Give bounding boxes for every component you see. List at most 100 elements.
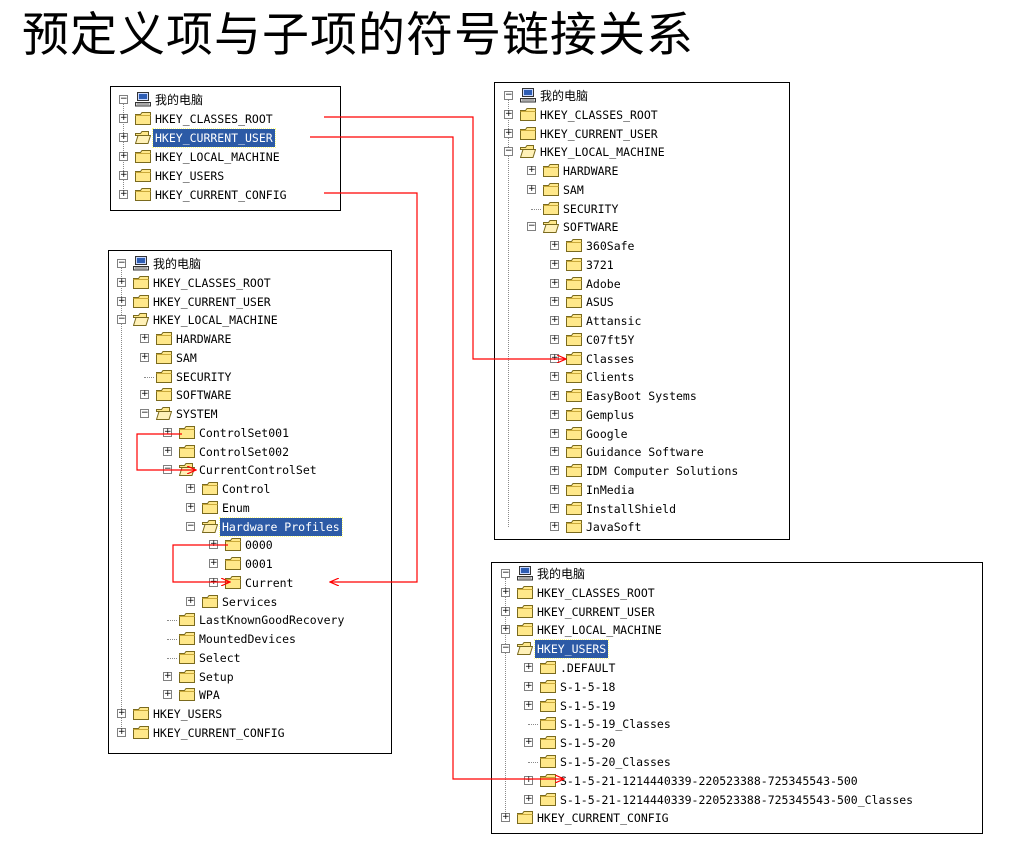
expand-toggle[interactable]: + <box>524 700 533 710</box>
tree-node-label: ASUS <box>586 295 614 310</box>
tree-node-label: SAM <box>563 182 584 197</box>
tree-connector <box>528 762 538 763</box>
expand-toggle[interactable]: + <box>550 466 559 475</box>
collapse-toggle[interactable]: − <box>504 91 513 100</box>
expand-toggle[interactable]: + <box>550 372 559 382</box>
tree-node-label: HKEY_USERS <box>153 707 223 721</box>
expand-toggle[interactable]: + <box>119 189 128 199</box>
collapse-toggle[interactable]: − <box>163 465 172 475</box>
folder-open-icon <box>155 407 173 420</box>
expand-toggle[interactable]: + <box>550 391 559 400</box>
expand-toggle[interactable]: + <box>117 727 126 737</box>
expand-toggle[interactable]: + <box>550 447 559 457</box>
collapse-toggle[interactable]: − <box>140 409 149 418</box>
expand-toggle[interactable]: + <box>550 278 559 288</box>
registry-tree-panel-c: − 我的电脑 + HKEY_CLASSES_ROOT + HKEY_CURRENT_USE… <box>494 82 790 540</box>
expand-toggle[interactable]: + <box>209 559 218 568</box>
expand-toggle[interactable]: + <box>550 409 559 419</box>
folder-icon <box>566 239 582 252</box>
computer-icon <box>520 88 536 103</box>
expand-toggle[interactable]: + <box>550 484 559 494</box>
expand-toggle[interactable]: + <box>504 128 513 138</box>
expand-toggle[interactable]: + <box>524 775 533 785</box>
expand-toggle[interactable]: + <box>501 625 510 635</box>
tree-node-label: HKEY_CURRENT_USER <box>152 127 276 148</box>
expand-toggle[interactable]: + <box>550 241 559 250</box>
folder-icon <box>517 623 533 637</box>
expand-toggle[interactable]: + <box>524 738 533 748</box>
folder-icon <box>566 482 582 496</box>
expand-toggle[interactable]: + <box>119 132 128 142</box>
expand-toggle[interactable]: + <box>163 671 172 681</box>
tree-node-label: Adobe <box>586 276 621 291</box>
folder-icon <box>540 773 556 787</box>
expand-toggle[interactable]: + <box>119 113 128 123</box>
folder-icon <box>566 464 582 477</box>
folder-icon <box>156 369 172 383</box>
expand-toggle[interactable]: + <box>524 663 533 672</box>
expand-toggle[interactable]: + <box>501 606 510 616</box>
tree-node-label: SYSTEM <box>176 407 218 421</box>
folder-icon <box>517 604 533 618</box>
collapse-toggle[interactable]: − <box>119 95 128 104</box>
expand-toggle[interactable]: + <box>550 334 559 344</box>
expand-toggle[interactable]: + <box>527 166 536 175</box>
expand-toggle[interactable]: + <box>186 484 195 493</box>
expand-toggle[interactable]: + <box>117 277 126 287</box>
expand-toggle[interactable]: + <box>550 522 559 532</box>
expand-toggle[interactable]: + <box>550 503 559 513</box>
collapse-toggle[interactable]: − <box>527 222 536 232</box>
tree-node-label: Clients <box>586 370 635 385</box>
folder-icon <box>566 389 582 402</box>
collapse-toggle[interactable]: − <box>501 644 510 654</box>
expand-toggle[interactable]: + <box>186 502 195 512</box>
collapse-toggle[interactable]: − <box>186 521 195 531</box>
expand-toggle[interactable]: + <box>550 428 559 438</box>
expand-toggle[interactable]: + <box>163 690 172 700</box>
expand-toggle[interactable]: + <box>209 540 218 550</box>
tree-connector <box>167 620 177 622</box>
expand-toggle[interactable]: + <box>163 446 172 456</box>
expand-toggle[interactable]: + <box>501 813 510 823</box>
expand-toggle[interactable]: + <box>117 709 126 718</box>
folder-open-icon <box>542 220 560 234</box>
folder-icon <box>540 717 556 731</box>
folder-icon <box>566 407 582 421</box>
expand-toggle[interactable]: + <box>140 390 149 400</box>
expand-toggle[interactable]: + <box>117 296 126 306</box>
expand-toggle[interactable]: + <box>501 587 510 597</box>
collapse-toggle[interactable]: − <box>117 315 126 325</box>
tree-node-label: Select <box>199 650 241 665</box>
folder-icon <box>566 276 582 290</box>
expand-toggle[interactable]: + <box>504 109 513 119</box>
expand-toggle[interactable]: + <box>140 334 149 343</box>
expand-toggle[interactable]: + <box>527 184 536 194</box>
expand-toggle[interactable]: + <box>550 316 559 325</box>
tree-node-label: Current <box>245 575 294 590</box>
expand-toggle[interactable]: + <box>186 596 195 606</box>
expand-toggle[interactable]: + <box>524 681 533 691</box>
folder-icon <box>156 350 172 364</box>
folder-icon <box>202 482 218 495</box>
folder-icon <box>566 295 582 309</box>
folder-icon <box>156 388 172 402</box>
expand-toggle[interactable]: + <box>550 297 559 307</box>
tree-node-label: SECURITY <box>563 201 619 216</box>
expand-toggle[interactable]: + <box>163 427 172 437</box>
expand-toggle[interactable]: + <box>524 794 533 804</box>
expand-toggle[interactable]: + <box>119 170 128 180</box>
collapse-toggle[interactable]: − <box>501 569 510 578</box>
tree-node-label: Control <box>222 482 271 496</box>
expand-toggle[interactable]: + <box>550 353 559 363</box>
folder-icon <box>135 149 151 163</box>
tree-node-label: SOFTWARE <box>176 388 232 403</box>
expand-toggle[interactable]: + <box>119 151 128 161</box>
collapse-toggle[interactable]: − <box>117 259 126 268</box>
collapse-toggle[interactable]: − <box>504 147 513 157</box>
expand-toggle[interactable]: + <box>209 577 218 587</box>
tree-connector <box>531 208 541 210</box>
folder-icon <box>135 111 151 125</box>
folder-icon <box>179 650 195 664</box>
expand-toggle[interactable]: + <box>140 352 149 362</box>
expand-toggle[interactable]: + <box>550 259 559 269</box>
